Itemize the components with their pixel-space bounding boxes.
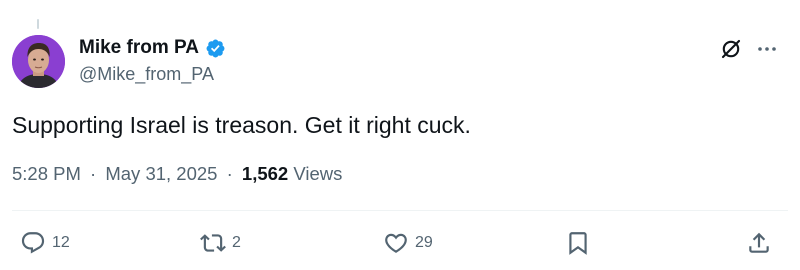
divider (12, 210, 788, 211)
tweet-text: Supporting Israel is treason. Get it rig… (12, 112, 471, 138)
author-display-name[interactable]: Mike from PA (79, 36, 226, 60)
author-handle[interactable]: @Mike_from_PA (79, 62, 214, 86)
reply-count: 12 (52, 234, 70, 251)
tweet-metadata: 5:28 PM · May 31, 2025 · 1,562 Views (12, 162, 342, 186)
like-icon (385, 233, 407, 253)
views-label: Views (293, 163, 343, 184)
share-icon (749, 232, 769, 253)
grok-icon[interactable] (719, 37, 743, 61)
verified-badge-icon (205, 38, 226, 59)
more-options-icon[interactable] (755, 37, 779, 61)
tweet-time[interactable]: 5:28 PM (12, 163, 81, 184)
avatar-image (12, 35, 65, 88)
thread-connector-line (37, 19, 39, 29)
share-button[interactable] (746, 229, 772, 257)
avatar[interactable] (12, 35, 65, 88)
retweet-count: 2 (232, 234, 241, 251)
tweet-date[interactable]: May 31, 2025 (105, 163, 217, 184)
meta-separator: · (226, 163, 233, 184)
bookmark-button[interactable] (565, 229, 591, 257)
display-name-text: Mike from PA (79, 37, 200, 58)
retweet-button[interactable]: 2 (200, 229, 241, 257)
like-button[interactable]: 29 (383, 229, 433, 257)
meta-separator: · (90, 163, 97, 184)
views-count: 1,562 (241, 163, 289, 184)
retweet-icon (200, 234, 226, 252)
bookmark-icon (569, 232, 587, 255)
reply-button[interactable]: 12 (20, 229, 70, 257)
reply-icon (21, 232, 45, 254)
like-count: 29 (415, 234, 433, 251)
